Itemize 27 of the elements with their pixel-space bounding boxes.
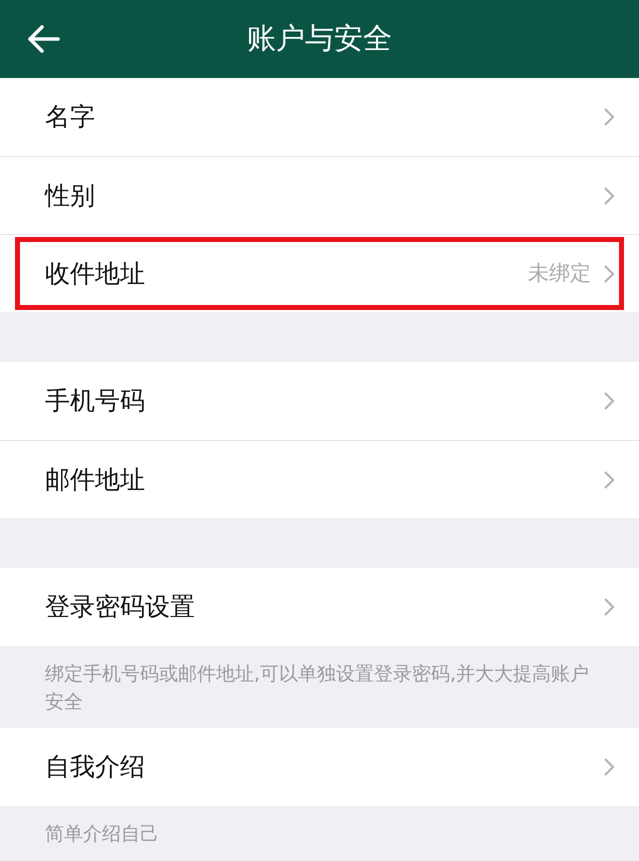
chevron-icon [603, 107, 615, 127]
row-label: 邮件地址 [45, 464, 146, 496]
row-label: 性别 [45, 180, 96, 212]
settings-row[interactable]: 邮件地址 [0, 440, 639, 518]
settings-row[interactable]: 自我介绍 [0, 728, 639, 806]
chevron-icon [603, 757, 615, 777]
page-title: 账户与安全 [247, 20, 392, 58]
section-note: 简单介绍自己 [44, 822, 160, 847]
chevron-icon [603, 470, 615, 490]
settings-row[interactable]: 登录密码设置 [0, 568, 639, 646]
chevron-icon [603, 391, 615, 411]
settings-row[interactable]: 收件地址 未绑定 [0, 234, 639, 312]
back-button[interactable] [26, 24, 60, 54]
back-arrow-icon [26, 24, 60, 54]
row-value: 未绑定 [528, 260, 591, 287]
settings-row[interactable]: 手机号码 [0, 362, 639, 440]
chevron-icon [603, 264, 615, 284]
chevron-icon [603, 597, 615, 617]
section-note: 绑定手机号码或邮件地址,可以单独设置登录密码,并大大提高账户安全 [44, 662, 590, 715]
row-label: 名字 [45, 101, 96, 134]
row-label: 登录密码设置 [45, 591, 196, 624]
chevron-icon [603, 186, 615, 206]
row-label: 自我介绍 [45, 751, 146, 784]
row-label: 收件地址 [45, 258, 146, 290]
row-label: 手机号码 [45, 385, 146, 418]
settings-row[interactable]: 性别 [0, 156, 639, 234]
settings-row[interactable]: 名字 [0, 78, 639, 156]
